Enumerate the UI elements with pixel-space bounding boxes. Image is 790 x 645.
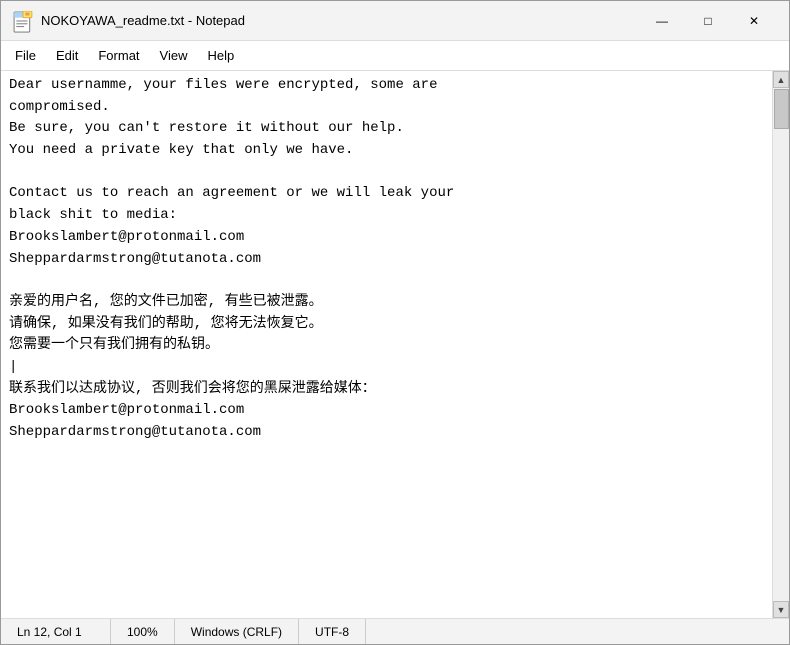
scroll-up-button[interactable]: ▲ bbox=[773, 71, 789, 88]
menu-view[interactable]: View bbox=[150, 44, 198, 67]
app-icon bbox=[13, 11, 33, 31]
scrollbar[interactable]: ▲ ▼ bbox=[772, 71, 789, 618]
menu-file[interactable]: File bbox=[5, 44, 46, 67]
text-editor[interactable] bbox=[1, 71, 772, 618]
status-bar: Ln 12, Col 1 100% Windows (CRLF) UTF-8 bbox=[1, 618, 789, 644]
title-bar: NOKOYAWA_readme.txt - Notepad — □ ✕ bbox=[1, 1, 789, 41]
maximize-button[interactable]: □ bbox=[685, 5, 731, 37]
minimize-button[interactable]: — bbox=[639, 5, 685, 37]
scroll-down-button[interactable]: ▼ bbox=[773, 601, 789, 618]
menu-bar: File Edit Format View Help bbox=[1, 41, 789, 71]
close-button[interactable]: ✕ bbox=[731, 5, 777, 37]
line-ending: Windows (CRLF) bbox=[175, 619, 299, 644]
notepad-window: NOKOYAWA_readme.txt - Notepad — □ ✕ File… bbox=[0, 0, 790, 645]
menu-format[interactable]: Format bbox=[88, 44, 149, 67]
content-wrapper: ▲ ▼ bbox=[1, 71, 789, 618]
window-controls: — □ ✕ bbox=[639, 5, 777, 37]
cursor-position: Ln 12, Col 1 bbox=[1, 619, 111, 644]
menu-help[interactable]: Help bbox=[197, 44, 244, 67]
window-title: NOKOYAWA_readme.txt - Notepad bbox=[41, 13, 639, 28]
encoding: UTF-8 bbox=[299, 619, 366, 644]
scroll-thumb[interactable] bbox=[774, 89, 789, 129]
menu-edit[interactable]: Edit bbox=[46, 44, 88, 67]
zoom-level: 100% bbox=[111, 619, 175, 644]
